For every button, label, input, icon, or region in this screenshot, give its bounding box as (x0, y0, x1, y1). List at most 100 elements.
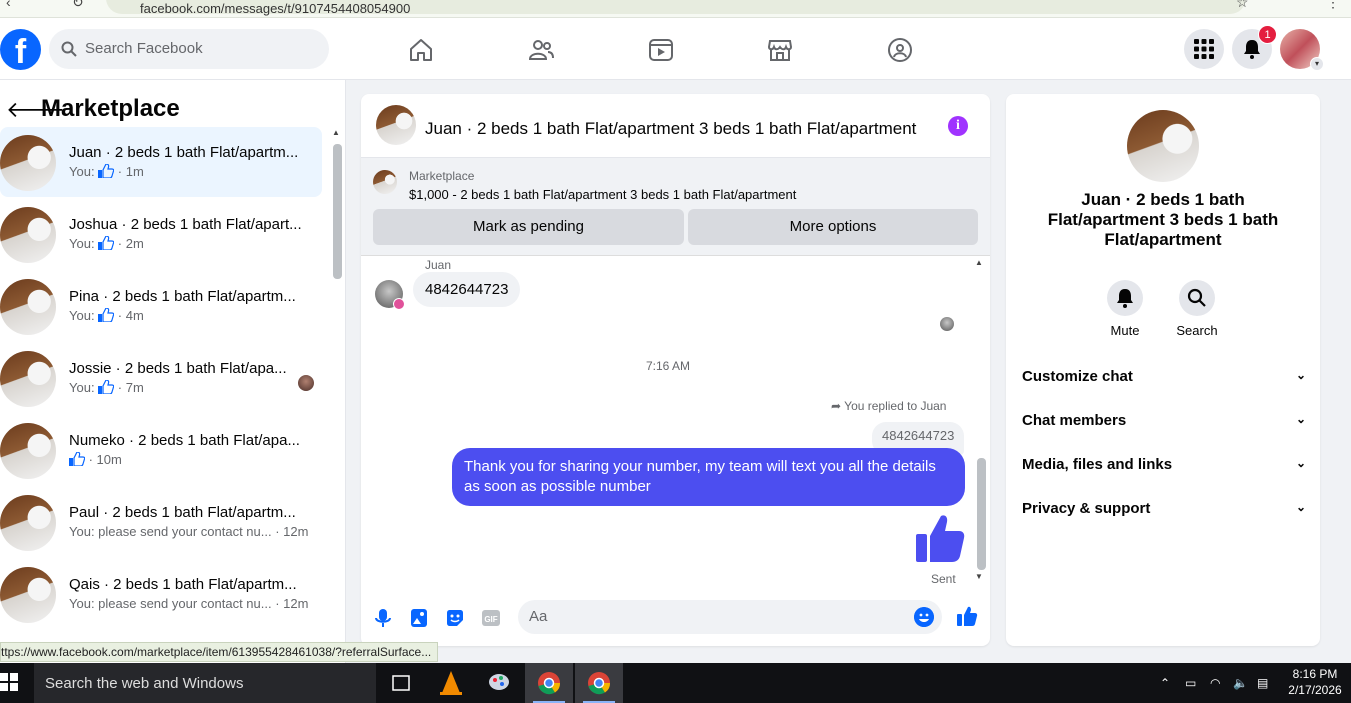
reload-icon[interactable]: ↻ (72, 0, 84, 11)
conversation-title: Pina · 2 beds 1 bath Flat/apartm... (69, 288, 296, 305)
more-options-button[interactable]: More options (688, 209, 978, 245)
listing-thumbnail (0, 279, 56, 335)
conversation-item[interactable]: Jossie · 2 beds 1 bath Flat/apa... You: ·… (0, 343, 322, 413)
conversation-item[interactable]: Paul · 2 beds 1 bath Flat/apartm... You: … (0, 487, 322, 557)
browser-toolbar: ‹ ↻ facebook.com/messages/t/910745440805… (0, 0, 1351, 18)
conversation-item[interactable]: Joshua · 2 beds 1 bath Flat/apart... You:… (0, 199, 322, 269)
photo-icon[interactable] (408, 607, 430, 629)
mark-as-pending-button[interactable]: Mark as pending (373, 209, 684, 245)
chat-window: Juan · 2 beds 1 bath Flat/apartment 3 be… (361, 94, 990, 646)
listing-thumbnail-small[interactable] (373, 170, 397, 194)
listing-price[interactable]: $1,000 - 2 beds 1 bath Flat/apartment 3 … (409, 187, 796, 202)
menu-button[interactable] (1184, 29, 1224, 69)
thumbs-up-icon[interactable] (914, 512, 966, 564)
chrome-app[interactable] (525, 663, 573, 703)
preview-text: You: please send your contact nu... (69, 524, 272, 539)
sticker-icon[interactable] (444, 607, 466, 629)
conversation-preview: You: · 2m (69, 235, 144, 251)
friends-icon[interactable] (528, 37, 554, 63)
privacy-support-row[interactable]: Privacy & support ⌄ (1022, 500, 1306, 517)
preview-time: · 1m (114, 164, 144, 179)
preview-text: You: (69, 380, 99, 395)
scroll-up-arrow[interactable]: ▲ (332, 128, 340, 137)
thumbs-up-icon (69, 451, 86, 467)
conversation-item[interactable]: Numeko · 2 beds 1 bath Flat/apa... · 10m (0, 415, 322, 485)
microphone-icon[interactable] (372, 607, 394, 629)
action-center-icon[interactable]: ▤ (1257, 676, 1268, 690)
chat-scrollbar[interactable] (977, 458, 986, 570)
chrome-icon (588, 672, 611, 695)
conversation-preview: You: please send your contact nu... · 12… (69, 524, 308, 539)
taskbar-search[interactable]: Search the web and Windows (34, 663, 376, 703)
sender-avatar[interactable] (375, 280, 405, 310)
wifi-icon[interactable]: ◠ (1210, 676, 1220, 690)
back-icon[interactable]: ‹ (6, 0, 11, 10)
facebook-logo[interactable]: f (0, 29, 41, 70)
conversation-item[interactable]: Pina · 2 beds 1 bath Flat/apartm... You: … (0, 271, 322, 341)
show-hidden-icons[interactable]: ⌃ (1160, 676, 1170, 690)
battery-icon[interactable]: ▭ (1185, 676, 1196, 690)
home-icon[interactable] (408, 37, 434, 63)
customize-chat-row[interactable]: Customize chat ⌄ (1022, 368, 1306, 385)
bookmark-icon[interactable]: ☆ (1236, 0, 1249, 11)
taskbar-clock[interactable]: 8:16 PM 2/17/2026 (1283, 666, 1347, 698)
conversation-item[interactable]: Juan · 2 beds 1 bath Flat/apartm... You: … (0, 127, 322, 197)
chat-title[interactable]: Juan · 2 beds 1 bath Flat/apartment 3 be… (425, 119, 916, 139)
groups-icon[interactable] (887, 37, 913, 63)
row-label: Customize chat (1022, 368, 1133, 385)
mute-button[interactable]: Mute (1095, 280, 1155, 338)
composer: GIF Aa (361, 594, 990, 646)
row-label: Media, files and links (1022, 456, 1173, 473)
scroll-down-arrow[interactable]: ▼ (975, 572, 983, 581)
row-label: Chat members (1022, 412, 1127, 429)
conversation-title: Juan · 2 beds 1 bath Flat/apartm... (69, 144, 299, 161)
conversation-item[interactable]: Qais · 2 beds 1 bath Flat/apartm... You: … (0, 559, 322, 629)
paint-app[interactable] (475, 663, 523, 703)
volume-icon[interactable]: 🔈 (1233, 676, 1248, 690)
conversation-preview: You: please send your contact nu... · 12… (69, 596, 308, 611)
sent-status: Sent (931, 572, 956, 586)
listing-thumbnail (0, 351, 56, 407)
listing-thumbnail[interactable] (376, 105, 416, 145)
chevron-down-icon: ▾ (1310, 57, 1324, 71)
like-icon[interactable] (956, 605, 978, 627)
info-icon[interactable]: i (948, 116, 968, 136)
message-input[interactable]: Aa (518, 600, 942, 634)
windows-taskbar: Search the web and Windows ⌃ ▭ ◠ 🔈 ▤ 8:1… (0, 663, 1351, 703)
listing-thumbnail-large[interactable] (1127, 110, 1199, 182)
thumbs-up-icon (98, 163, 115, 179)
address-bar[interactable]: facebook.com/messages/t/9107454408054900 (106, 0, 1246, 16)
search-placeholder: Search Facebook (85, 40, 203, 57)
preview-time: · 12m (271, 596, 309, 611)
scroll-up-arrow[interactable]: ▲ (975, 258, 983, 267)
vlc-app[interactable] (427, 663, 475, 703)
sender-name: Juan (425, 258, 452, 272)
video-icon[interactable] (648, 37, 674, 63)
thumbs-up-icon (98, 379, 115, 395)
clock-time: 8:16 PM (1292, 667, 1338, 681)
search-input[interactable]: Search Facebook (49, 29, 329, 69)
conversation-title: Numeko · 2 beds 1 bath Flat/apa... (69, 432, 300, 449)
media-files-links-row[interactable]: Media, files and links ⌄ (1022, 456, 1306, 473)
chrome-app-profile[interactable] (575, 663, 623, 703)
preview-text: You: please send your contact nu... (69, 596, 272, 611)
task-view-button[interactable] (377, 663, 425, 703)
gif-icon[interactable]: GIF (480, 607, 502, 629)
search-conversation-button[interactable]: Search (1167, 280, 1227, 338)
task-view-icon (392, 675, 410, 691)
browser-menu-icon[interactable]: ⋮ (1326, 0, 1340, 11)
chat-members-row[interactable]: Chat members ⌄ (1022, 412, 1306, 429)
outgoing-message[interactable]: Thank you for sharing your number, my te… (452, 448, 965, 506)
marketplace-icon[interactable] (767, 37, 793, 63)
conversation-preview: · 10m (69, 451, 122, 467)
message-list: Juan 4842644723 7:16 AM ➦ You replied to… (361, 256, 990, 586)
sidebar-scrollbar[interactable] (333, 144, 342, 279)
emoji-icon[interactable] (914, 607, 934, 627)
incoming-message[interactable]: 4842644723 (413, 272, 521, 307)
preview-time: · 2m (114, 236, 144, 251)
vlc-icon (440, 671, 462, 695)
chat-details-panel: Juan · 2 beds 1 bath Flat/apartment 3 be… (1006, 94, 1320, 646)
seen-avatar (940, 317, 954, 331)
windows-start-icon[interactable] (0, 673, 18, 691)
account-avatar[interactable]: ▾ (1280, 29, 1324, 71)
